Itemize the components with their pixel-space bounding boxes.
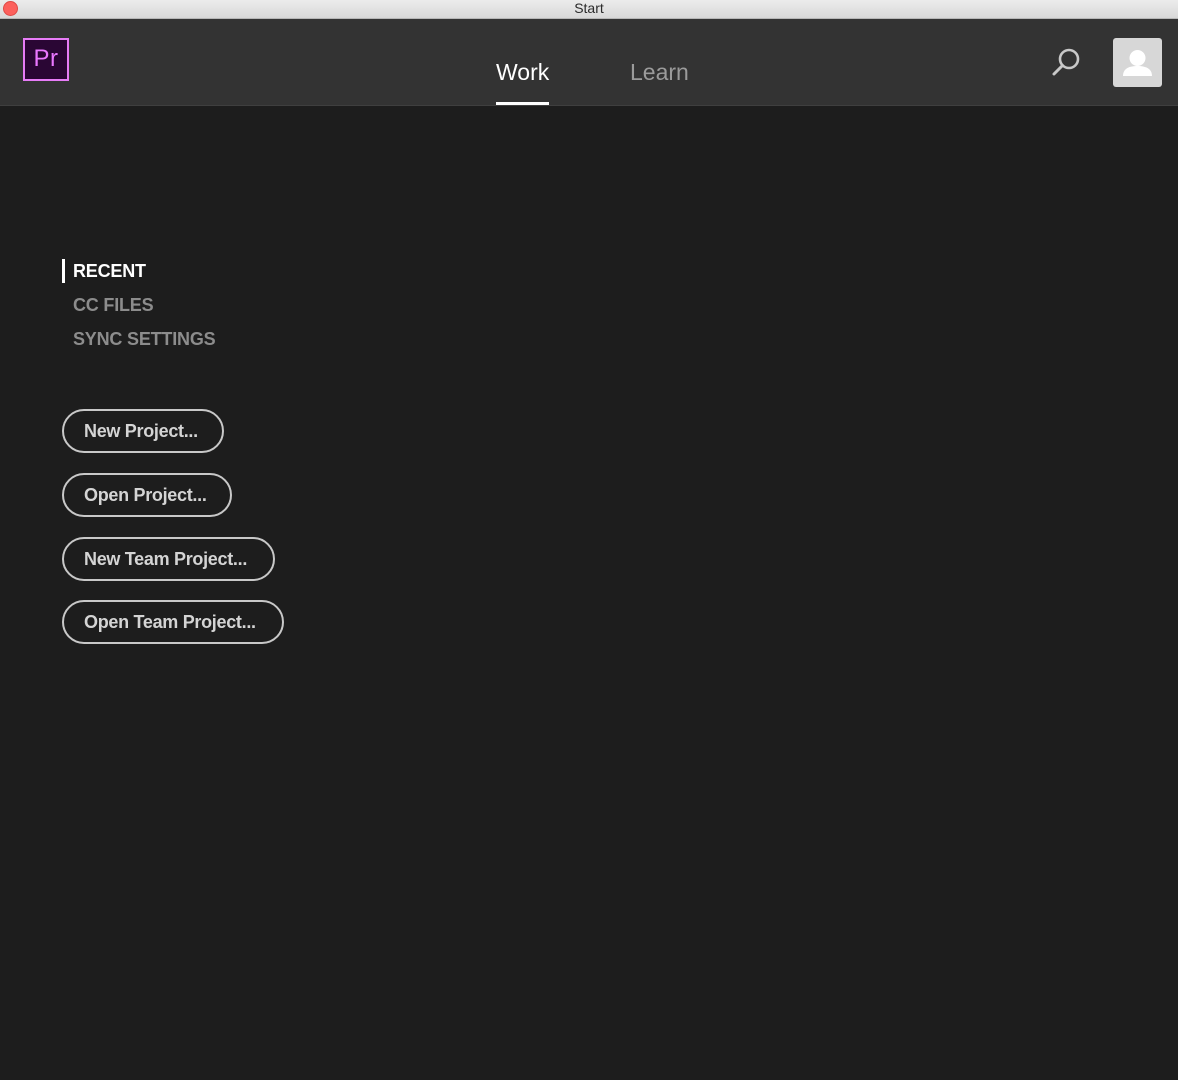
window-title: Start [574, 0, 604, 16]
app-header: Pr Work Learn [0, 19, 1178, 106]
sidebar-item-sync-settings[interactable]: SYNC SETTINGS [62, 325, 282, 359]
start-sidebar-nav: RECENT CC FILES SYNC SETTINGS [62, 257, 282, 359]
open-project-button[interactable]: Open Project... [62, 473, 232, 517]
sidebar-item-cc-files[interactable]: CC FILES [62, 291, 282, 325]
tab-learn[interactable]: Learn [630, 19, 689, 106]
sidebar-item-recent[interactable]: RECENT [62, 257, 282, 291]
tab-work[interactable]: Work [496, 19, 549, 106]
window-titlebar: Start [0, 0, 1178, 19]
user-avatar-icon [1123, 50, 1152, 76]
search-icon [1052, 48, 1080, 76]
user-avatar[interactable] [1113, 38, 1162, 87]
active-tab-indicator [496, 102, 549, 105]
premiere-logo: Pr [23, 38, 69, 81]
new-team-project-button[interactable]: New Team Project... [62, 537, 275, 581]
search-button[interactable] [1049, 46, 1083, 80]
new-project-button[interactable]: New Project... [62, 409, 224, 453]
open-team-project-button[interactable]: Open Team Project... [62, 600, 284, 644]
